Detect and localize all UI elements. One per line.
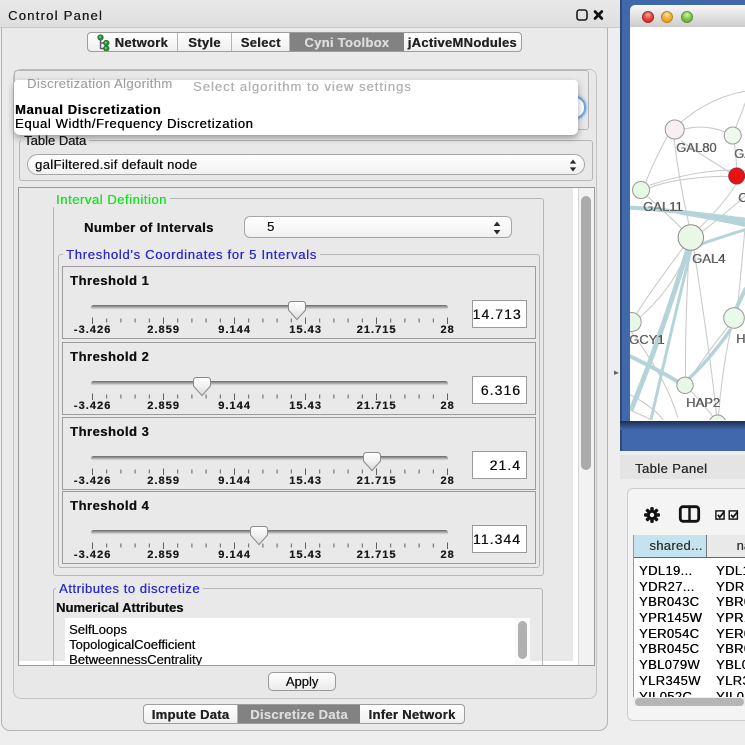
svg-text:HAP2: HAP2 xyxy=(686,395,720,410)
svg-text:H: H xyxy=(736,331,745,346)
svg-text:C: C xyxy=(738,190,745,205)
svg-text:GAL80: GAL80 xyxy=(676,140,716,155)
svg-text:GCY1: GCY1 xyxy=(630,332,664,347)
svg-text:GA: GA xyxy=(734,146,745,161)
svg-text:GAL4: GAL4 xyxy=(692,251,725,266)
svg-text:GAL11: GAL11 xyxy=(643,199,683,214)
